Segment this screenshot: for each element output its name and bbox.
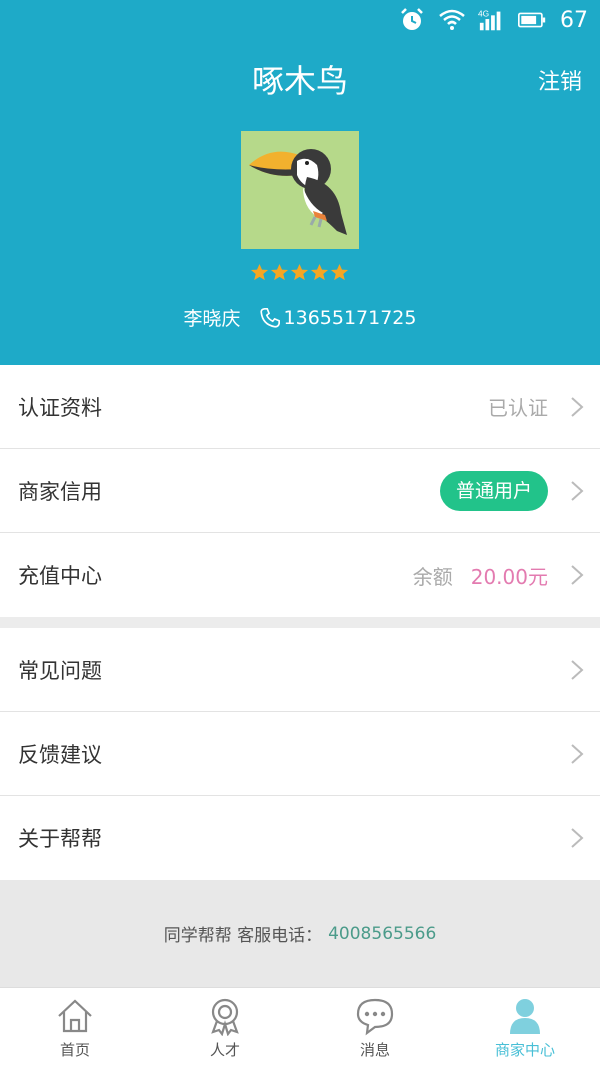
status-bar: 4G 67 (0, 0, 600, 42)
profile-header: 4G 67 啄木鸟 注销 李晓庆 13655171725 (0, 0, 600, 365)
home-icon (58, 999, 92, 1033)
customer-service-info: 同学帮帮 客服电话： 4008565566 (0, 880, 600, 987)
rating-stars (250, 263, 349, 282)
signal-icon: 4G (478, 6, 506, 34)
chat-icon (356, 998, 394, 1036)
user-info: 李晓庆 13655171725 (0, 304, 600, 331)
balance-value: 20.00元 (470, 564, 548, 589)
wifi-icon (438, 6, 466, 34)
tab-label: 人才 (209, 1041, 240, 1059)
row-label: 关于帮帮 (18, 827, 102, 851)
row-label: 充值中心 (18, 564, 102, 588)
user-name: 李晓庆 (183, 308, 241, 330)
chevron-right-icon (571, 396, 584, 417)
tab-label: 首页 (59, 1041, 90, 1059)
chevron-right-icon (571, 743, 584, 764)
badge-icon (211, 998, 239, 1036)
balance-label: 余额 (412, 564, 453, 589)
row-label: 常见问题 (18, 658, 102, 683)
row-recharge-center[interactable]: 充值中心 余额 20.00元 (0, 533, 600, 617)
star-icon (250, 263, 269, 281)
status-badge: 普通用户 (439, 470, 548, 511)
battery-icon (518, 6, 546, 34)
star-icon (330, 263, 349, 281)
row-faq[interactable]: 常见问题 (0, 628, 600, 712)
tab-talent[interactable]: 人才 (150, 988, 300, 1067)
toucan-icon (241, 131, 359, 249)
person-icon (510, 999, 540, 1034)
tab-label: 商家中心 (494, 1041, 555, 1059)
tab-merchant-center[interactable]: 商家中心 (450, 988, 600, 1067)
tab-home[interactable]: 首页 (0, 988, 150, 1067)
service-phone-link[interactable]: 4008565566 (328, 924, 436, 944)
chevron-right-icon (571, 480, 584, 501)
row-label: 商家信用 (18, 479, 102, 504)
star-icon (270, 263, 289, 281)
help-group: 常见问题 反馈建议 关于帮帮 (0, 628, 600, 880)
page-title: 啄木鸟 (251, 62, 348, 100)
chevron-right-icon (571, 565, 584, 585)
row-merchant-credit[interactable]: 商家信用 普通用户 (0, 449, 600, 533)
chevron-right-icon (571, 828, 584, 848)
star-icon (310, 263, 329, 281)
chevron-right-icon (571, 659, 584, 680)
footer-text: 同学帮帮 客服电话： (163, 926, 323, 946)
account-settings-group: 认证资料 已认证 商家信用 普通用户 充值中心 余额 20.00元 (0, 365, 600, 617)
tab-label: 消息 (359, 1041, 390, 1059)
avatar[interactable] (241, 131, 359, 249)
certification-status: 已认证 (488, 396, 548, 420)
bottom-tab-bar: 首页 人才 消息 商家中心 (0, 987, 600, 1067)
phone-icon (259, 307, 280, 328)
battery-level: 67 (560, 7, 588, 33)
row-label: 认证资料 (18, 395, 102, 420)
row-certification[interactable]: 认证资料 已认证 (0, 365, 600, 449)
user-phone: 13655171725 (283, 306, 417, 329)
row-label: 反馈建议 (18, 742, 102, 767)
row-feedback[interactable]: 反馈建议 (0, 712, 600, 796)
tab-messages[interactable]: 消息 (300, 988, 450, 1067)
svg-text:4G: 4G (478, 8, 489, 18)
row-about[interactable]: 关于帮帮 (0, 796, 600, 880)
logout-button[interactable]: 注销 (538, 64, 582, 96)
alarm-icon (398, 6, 426, 34)
star-icon (290, 263, 309, 281)
